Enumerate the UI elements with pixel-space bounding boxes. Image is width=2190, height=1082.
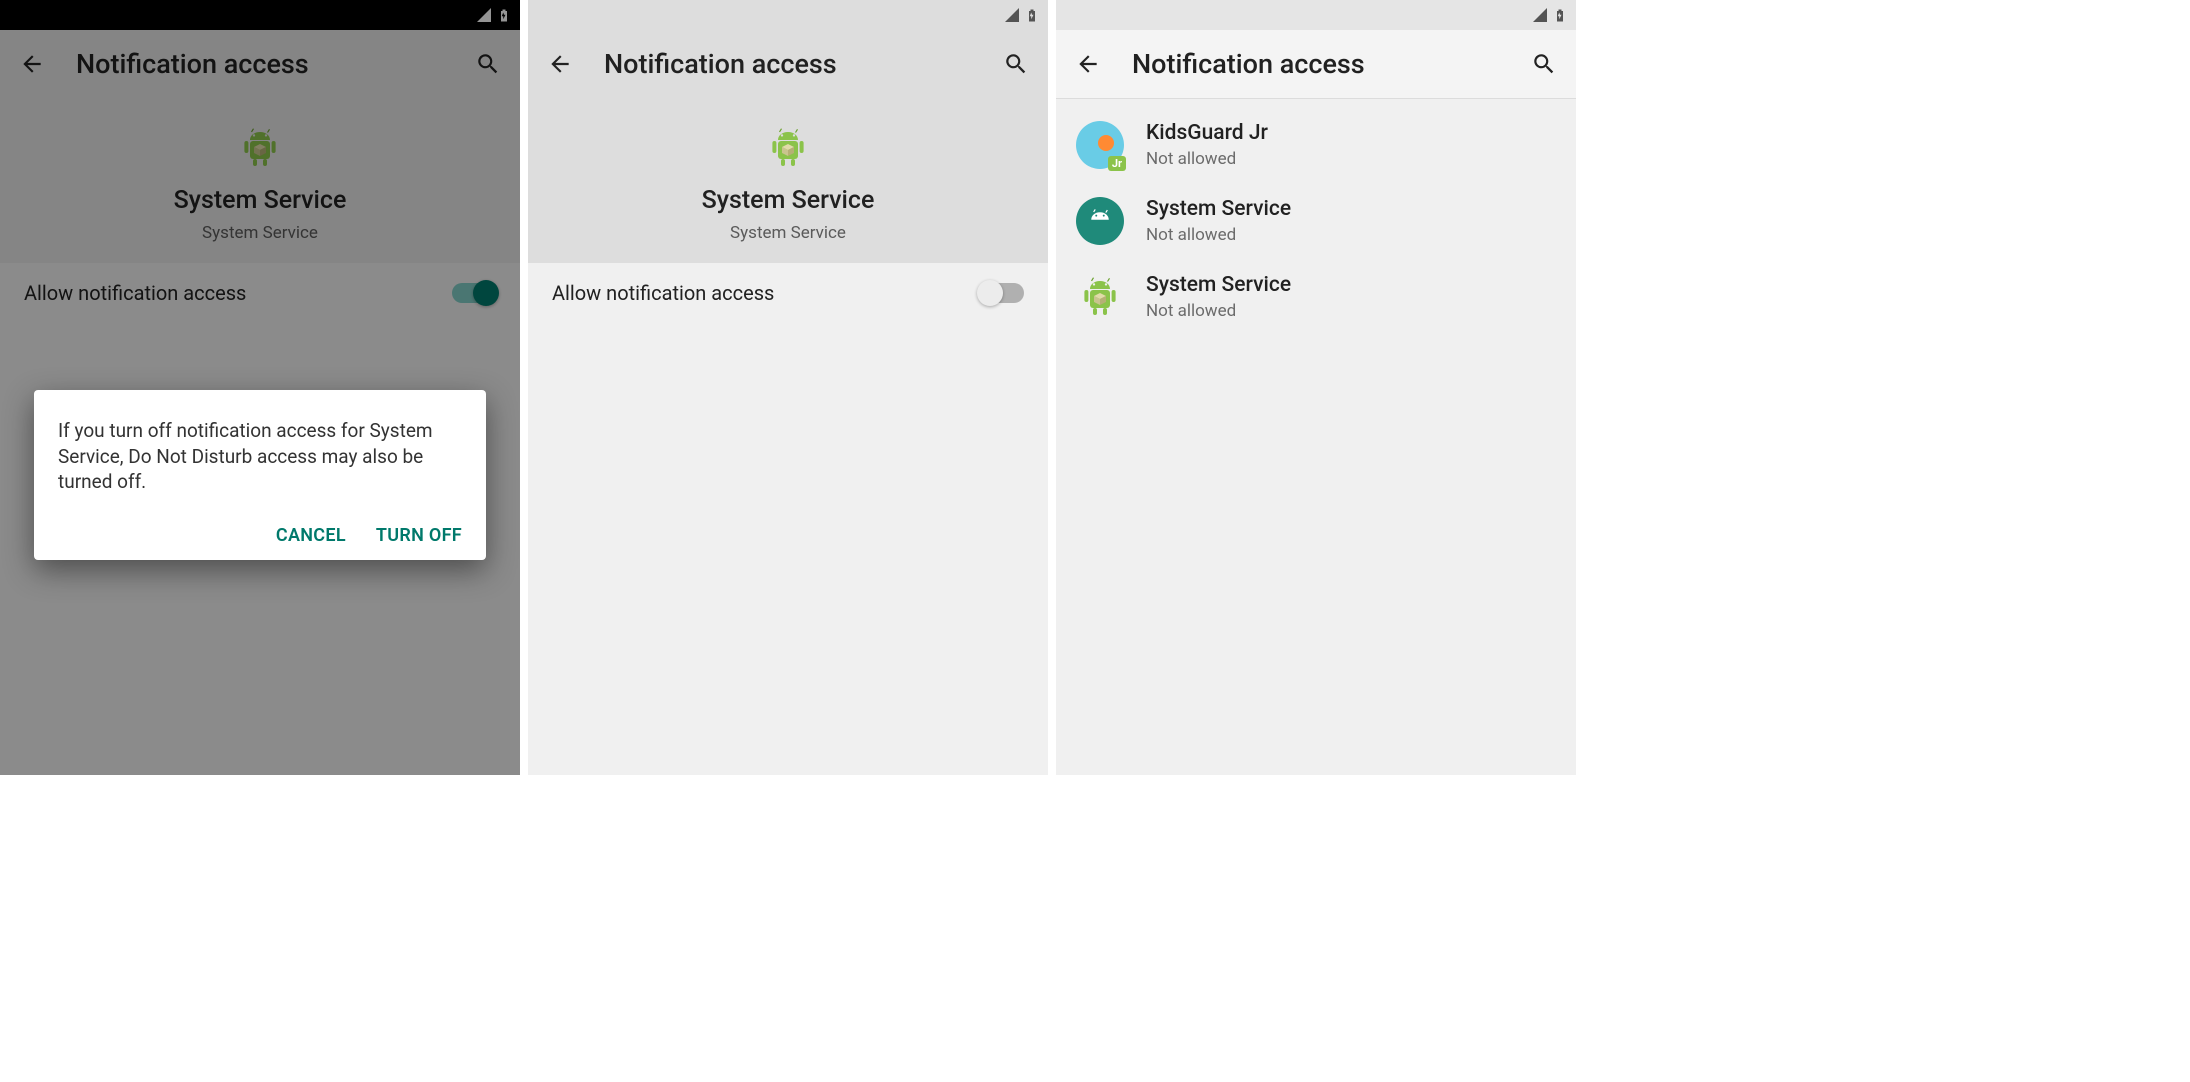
status-bar (1056, 0, 1576, 30)
toggle-switch-off[interactable] (980, 283, 1024, 303)
system-service-bugdroid-icon (1076, 273, 1124, 321)
app-list-item[interactable]: System Service Not allowed (1056, 259, 1576, 335)
app-item-status: Not allowed (1146, 149, 1268, 169)
back-arrow-icon (547, 51, 573, 77)
app-item-status: Not allowed (1146, 225, 1291, 245)
app-bar: Notification access (528, 30, 1048, 98)
app-name: System Service (702, 186, 875, 215)
app-item-status: Not allowed (1146, 301, 1291, 321)
app-list: Jr KidsGuard Jr Not allowed System Servi… (1056, 99, 1576, 343)
app-item-name: System Service (1146, 197, 1291, 221)
app-icon (764, 124, 812, 172)
dialog-body: If you turn off notification access for … (58, 418, 462, 495)
app-list-item[interactable]: Jr KidsGuard Jr Not allowed (1056, 107, 1576, 183)
signal-icon (1004, 7, 1020, 23)
app-list-item[interactable]: System Service Not allowed (1056, 183, 1576, 259)
dialog-scrim[interactable] (0, 0, 520, 775)
search-button[interactable] (1528, 48, 1560, 80)
page-title: Notification access (1132, 48, 1500, 80)
app-subtitle: System Service (730, 223, 846, 243)
system-service-app-icon (1076, 197, 1124, 245)
page-title: Notification access (604, 48, 972, 80)
status-bar (528, 0, 1048, 30)
search-icon (1003, 51, 1029, 77)
back-arrow-icon (1075, 51, 1101, 77)
screenshot-panel-3: Notification access Jr KidsGuard Jr Not … (1056, 0, 1576, 775)
app-item-name: System Service (1146, 273, 1291, 297)
kidsguard-app-icon: Jr (1076, 121, 1124, 169)
allow-notification-access-row[interactable]: Allow notification access (528, 263, 1048, 323)
search-button[interactable] (1000, 48, 1032, 80)
android-head-icon (1085, 206, 1115, 236)
cancel-button[interactable]: CANCEL (276, 525, 346, 546)
signal-icon (1532, 7, 1548, 23)
app-header: System Service System Service (528, 98, 1048, 263)
back-button[interactable] (1072, 48, 1104, 80)
back-button[interactable] (544, 48, 576, 80)
battery-charging-icon (1026, 7, 1038, 24)
toggle-label: Allow notification access (552, 281, 980, 305)
search-icon (1531, 51, 1557, 77)
confirm-dialog: If you turn off notification access for … (34, 390, 486, 560)
turn-off-button[interactable]: TURN OFF (376, 525, 462, 546)
battery-charging-icon (1554, 7, 1566, 24)
app-item-name: KidsGuard Jr (1146, 121, 1268, 145)
screenshot-panel-1: Notification access System Service Syste… (0, 0, 520, 775)
app-bar: Notification access (1056, 30, 1576, 98)
screenshot-panel-2: Notification access System Service Syste… (528, 0, 1048, 775)
